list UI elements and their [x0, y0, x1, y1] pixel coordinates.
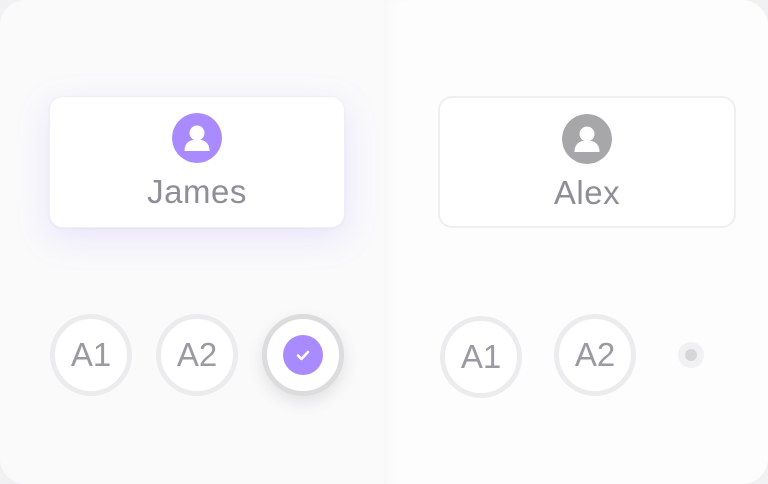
dot-icon: [685, 349, 697, 361]
option-a2-button[interactable]: A2: [156, 314, 238, 396]
player-name: James: [147, 173, 247, 210]
option-a1-button[interactable]: A1: [50, 314, 132, 396]
option-label: A2: [574, 336, 616, 373]
player-panel-james: James A1 A2: [0, 0, 384, 484]
option-a1-button[interactable]: A1: [440, 316, 522, 398]
option-a2-button[interactable]: A2: [554, 314, 636, 396]
user-icon: [562, 114, 612, 164]
option-label: A1: [70, 336, 112, 373]
check-icon: [283, 335, 323, 375]
player-card[interactable]: Alex: [438, 96, 736, 228]
selected-option-button[interactable]: [262, 314, 344, 396]
user-icon: [172, 113, 222, 163]
app-frame: James A1 A2 Alex A1 A2: [0, 0, 768, 484]
player-card[interactable]: James: [49, 96, 345, 228]
option-label: A2: [176, 336, 218, 373]
player-name: Alex: [553, 174, 621, 211]
player-panel-alex: Alex A1 A2: [384, 0, 768, 484]
pending-indicator: [678, 342, 704, 368]
option-label: A1: [460, 338, 502, 375]
